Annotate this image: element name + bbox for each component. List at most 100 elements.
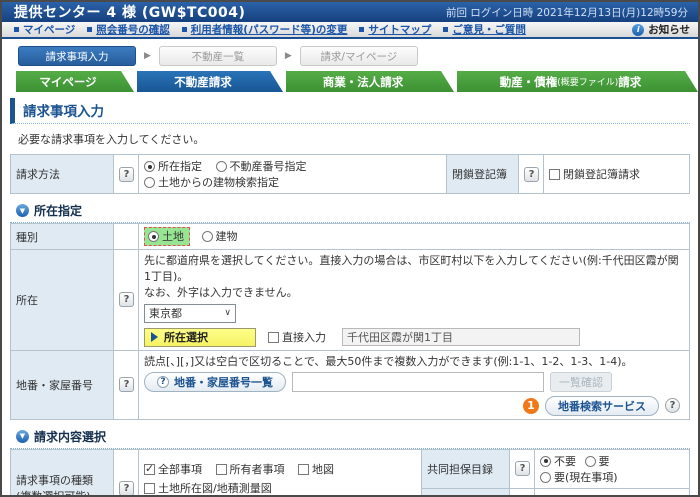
section-request-content-title: 請求内容選択 (34, 429, 107, 444)
bullet-square-icon (181, 27, 187, 32)
trust-label: 信託目録 (421, 487, 510, 495)
step-indicator: 請求事項入力 ▶ 不動産一覧 ▶ 請求/マイページ (2, 39, 698, 71)
tab-corporate-request[interactable]: 商業・法人請求 (286, 71, 454, 92)
lot-number-note: 読点[、][，]又は空白で区切ることで、最大50件まで複数入力ができます(例:1… (144, 354, 633, 368)
checkbox-icon (268, 332, 279, 344)
closed-register-label: 閉鎖登記簿 (446, 154, 519, 194)
step-request-entry: 請求事項入力 (18, 46, 136, 66)
checkbox-land-location-map[interactable]: 土地所在図/地積測量図 (144, 482, 272, 495)
help-cell-empty (113, 223, 139, 250)
tab-real-estate-request[interactable]: 不動産請求 (137, 71, 283, 92)
help-icon[interactable]: ? (119, 480, 134, 495)
kind-checkboxes: 全部事項 所有者事項 地図 土地所在図/地積測量図 地役権図面 建物図面/各階平… (138, 448, 422, 495)
section-bullet-icon: ▼ (16, 429, 29, 443)
radio-joint-required-current[interactable]: 要(現在事項) (540, 471, 618, 484)
bullet-square-icon (359, 27, 365, 32)
request-method-table: 請求方法 ? 所在指定 不動産番号指定 土地からの建物検索指定 閉鎖登記簿 ? … (10, 154, 690, 194)
lot-list-button[interactable]: ? 地番・家屋番号一覧 (144, 371, 286, 392)
section-request-content: ▼ 請求内容選択 (10, 420, 690, 449)
radio-land[interactable]: 土地 (148, 230, 184, 243)
help-icon[interactable]: ? (515, 461, 530, 477)
page-title: 請求事項入力 (10, 98, 690, 124)
header-bar: 提供センター 4 様 (GW$TC004) 前回 ログイン日時 2021年12月… (2, 2, 698, 22)
nav-link-mypage[interactable]: マイページ (14, 22, 75, 37)
joint-collateral-options: 不要 要 要(現在事項) (534, 448, 690, 489)
lot-search-service-button[interactable]: 地番検索サービス (545, 395, 659, 416)
account-title: 提供センター 4 様 (GW$TC004) (14, 5, 246, 21)
help-cell: ? (509, 487, 535, 495)
help-icon[interactable]: ? (119, 292, 134, 308)
step-request-mypage: 請求/マイページ (299, 46, 418, 66)
notice-link[interactable]: i お知らせ (632, 22, 690, 37)
location-label: 所在 (10, 249, 114, 351)
step-property-list: 不動産一覧 (158, 46, 277, 66)
help-cell: ? (113, 448, 139, 495)
radio-icon (201, 231, 213, 242)
direct-input-field[interactable] (342, 328, 580, 347)
kind-label: 請求事項の種類 (複数選択可能) (10, 448, 114, 495)
radio-joint-not-required[interactable]: 不要 (540, 455, 576, 468)
tab-mypage[interactable]: マイページ (16, 71, 134, 92)
request-content-table: 請求事項の種類 (複数選択可能) ? 全部事項 所有者事項 地図 土地所在図/地… (10, 448, 690, 495)
arrow-right-icon (151, 332, 158, 343)
checkbox-icon (144, 462, 155, 476)
checkbox-icon (144, 483, 155, 495)
step-arrow-icon: ▶ (144, 51, 151, 61)
checkbox-closed-register-request[interactable]: 閉鎖登記簿請求 (549, 168, 640, 181)
help-icon[interactable]: ? (524, 166, 539, 182)
help-icon[interactable]: ? (665, 398, 680, 414)
radio-icon (540, 471, 551, 483)
nav-link-inquiry-number[interactable]: 照会番号の確認 (87, 22, 170, 37)
checkbox-map[interactable]: 地図 (298, 463, 334, 476)
request-method-label: 請求方法 (10, 154, 114, 194)
main-tabs: マイページ 不動産請求 商業・法人請求 動産・債権 (概要ファイル) 請求 (2, 71, 698, 92)
lot-number-label: 地番・家屋番号 (10, 349, 114, 420)
bullet-square-icon (87, 27, 93, 32)
radio-building[interactable]: 建物 (201, 230, 238, 243)
utility-nav: マイページ 照会番号の確認 利用者情報(パスワード等)の変更 サイトマップ ご意… (2, 22, 698, 39)
location-content: 先に都道府県を選択してください。直接入力の場合は、市区町村以下を入力してください… (138, 249, 690, 351)
checkbox-all-items[interactable]: 全部事項 (144, 462, 202, 476)
tab-movables-claims-request[interactable]: 動産・債権 (概要ファイル) 請求 (457, 71, 698, 92)
checkbox-direct-input[interactable]: 直接入力 (268, 329, 326, 345)
help-cell: ? (113, 154, 139, 194)
lot-number-content: 読点[、][，]又は空白で区切ることで、最大50件まで複数入力ができます(例:1… (138, 349, 690, 420)
nav-link-user-info[interactable]: 利用者情報(パスワード等)の変更 (181, 22, 347, 37)
radio-joint-required[interactable]: 要 (584, 455, 610, 468)
closed-register-cell: 閉鎖登記簿請求 (543, 154, 690, 194)
utility-nav-links: マイページ 照会番号の確認 利用者情報(パスワード等)の変更 サイトマップ ご意… (14, 22, 526, 37)
radio-building-search-from-land[interactable]: 土地からの建物検索指定 (144, 176, 279, 189)
help-icon[interactable]: ? (119, 166, 134, 182)
application-window: 提供センター 4 様 (GW$TC004) 前回 ログイン日時 2021年12月… (0, 0, 700, 497)
help-icon[interactable]: ? (119, 377, 134, 393)
prefecture-select[interactable]: 東京都 ∨ (144, 303, 236, 323)
help-icon: ? (157, 375, 169, 388)
section-bullet-icon: ▼ (16, 204, 29, 217)
checkbox-icon (298, 464, 309, 476)
nav-link-sitemap[interactable]: サイトマップ (359, 22, 431, 37)
radio-icon (540, 455, 551, 467)
radio-icon (144, 177, 155, 188)
radio-property-number[interactable]: 不動産番号指定 (215, 160, 307, 173)
joint-collateral-label: 共同担保目録 (421, 448, 510, 489)
help-cell: ? (509, 448, 535, 489)
radio-icon (215, 161, 227, 172)
radio-land-highlight: 土地 (144, 227, 190, 246)
location-note-1: 先に都道府県を選択してください。直接入力の場合は、市区町村以下を入力してください… (144, 254, 679, 283)
section-location: ▼ 所在指定 (10, 194, 690, 223)
chevron-down-icon: ∨ (224, 308, 231, 319)
list-confirm-button-disabled: 一覧確認 (550, 371, 612, 392)
checkbox-owner-items[interactable]: 所有者事項 (215, 463, 285, 476)
location-select-button[interactable]: 所在選択 (144, 327, 256, 347)
info-icon: i (632, 23, 645, 36)
type-label: 種別 (10, 223, 114, 250)
section-location-title: 所在指定 (34, 204, 83, 218)
checkbox-icon (215, 464, 227, 476)
page-instruction: 必要な請求事項を入力してください。 (18, 133, 205, 146)
main-content: 請求事項入力 必要な請求事項を入力してください。 請求方法 ? 所在指定 不動産… (2, 92, 698, 495)
lot-number-input[interactable] (292, 371, 544, 392)
nav-link-feedback[interactable]: ご意見・ご質問 (443, 22, 526, 37)
bullet-square-icon (14, 27, 19, 32)
radio-location-specified[interactable]: 所在指定 (144, 160, 202, 173)
request-method-options: 所在指定 不動産番号指定 土地からの建物検索指定 (138, 154, 447, 194)
